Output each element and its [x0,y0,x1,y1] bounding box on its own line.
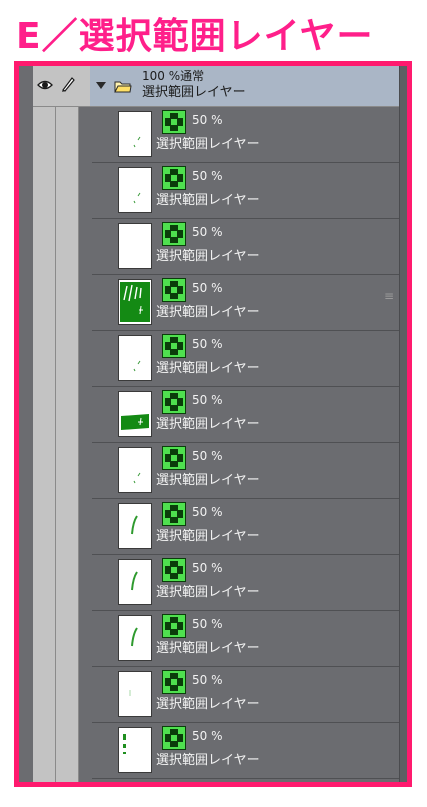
lock-column [56,66,79,782]
layer-opacity: 50 % [192,393,223,407]
layer-opacity: 50 % [192,169,223,183]
layer-name: 選択範囲レイヤー [156,753,260,768]
layer-thumbnail [118,447,152,493]
layer-name: 選択範囲レイヤー [156,529,260,544]
layer-opacity: 50 % [192,673,223,687]
pen-icon[interactable] [60,75,76,93]
selection-mask-icon [162,334,186,358]
layer-name: 選択範囲レイヤー [156,697,260,712]
layer-thumbnail [118,503,152,549]
layer-name: 選択範囲レイヤー [156,137,260,152]
layer-thumbnail [118,615,152,661]
selection-mask-icon [162,222,186,246]
selection-mask-icon [162,614,186,638]
layer-row[interactable]: 50 % 選択範囲レイヤー [92,387,399,443]
layer-thumbnail [118,391,152,437]
layer-thumbnail [118,559,152,605]
layer-opacity: 50 % [192,729,223,743]
layer-name: 選択範囲レイヤー [156,417,260,432]
page-heading: E／選択範囲レイヤー [16,16,374,57]
layer-thumbnail [118,111,152,157]
layer-thumbnail [118,671,152,717]
folder-icon [114,78,132,93]
folder-row[interactable]: 100 %通常 選択範囲レイヤー [33,66,399,107]
layer-opacity: 50 % [192,505,223,519]
layer-row[interactable]: 50 % 選択範囲レイヤー [92,163,399,219]
layer-row[interactable]: 50 % 選択範囲レイヤー [92,499,399,555]
layer-panel: 100 %通常 選択範囲レイヤー 50 % 選択範囲レイヤー 50 % 選択範囲レイヤ… [19,66,407,782]
layer-row[interactable]: 50 % 選択範囲レイヤー [92,219,399,275]
triangle-down-icon[interactable] [96,82,106,89]
layer-thumbnail [118,279,152,325]
selection-mask-icon [162,390,186,414]
selection-mask-icon [162,166,186,190]
layer-opacity: 50 % [192,617,223,631]
layer-opacity: 50 % [192,449,223,463]
layer-row[interactable]: 50 % 選択範囲レイヤー [92,107,399,163]
layer-opacity: 50 % [192,281,223,295]
layer-row[interactable]: 50 % 選択範囲レイヤー [92,555,399,611]
visibility-column [33,66,56,782]
layer-opacity: 50 % [192,113,223,127]
eye-icon[interactable] [37,77,53,93]
layer-name: 選択範囲レイヤー [156,585,260,600]
layer-row[interactable]: 50 % 選択範囲レイヤー [92,275,399,331]
layer-name: 選択範囲レイヤー [156,193,260,208]
layer-name: 選択範囲レイヤー [156,305,260,320]
layer-thumbnail [118,223,152,269]
layer-row[interactable]: 50 % 選択範囲レイヤー [92,331,399,387]
layer-opacity: 50 % [192,225,223,239]
selection-mask-icon [162,446,186,470]
layer-row[interactable]: 50 % 選択範囲レイヤー [92,443,399,499]
layer-opacity: 50 % [192,561,223,575]
layer-name: 選択範囲レイヤー [156,473,260,488]
layer-thumbnail [118,727,152,773]
folder-name: 選択範囲レイヤー [142,85,246,100]
layer-opacity: 50 % [192,337,223,351]
folder-layer-selected[interactable]: 100 %通常 選択範囲レイヤー [90,66,399,106]
panel-scroll-edge[interactable] [399,66,407,782]
selection-mask-icon [162,502,186,526]
resize-grip-icon[interactable]: ≡ [384,290,394,302]
selection-mask-icon [162,278,186,302]
layer-row[interactable]: 50 % 選択範囲レイヤー [92,611,399,667]
layer-name: 選択範囲レイヤー [156,641,260,656]
layer-name: 選択範囲レイヤー [156,361,260,376]
layer-thumbnail [118,167,152,213]
layer-row[interactable]: 50 % 選択範囲レイヤー [92,723,399,779]
folder-blend-mode: 100 %通常 [142,69,205,83]
layer-row[interactable]: 50 % 選択範囲レイヤー [92,667,399,723]
selection-mask-icon [162,558,186,582]
layer-thumbnail [118,335,152,381]
selection-mask-icon [162,726,186,750]
selection-mask-icon [162,670,186,694]
panel-left-gutter [19,66,33,782]
layer-panel-frame: 100 %通常 選択範囲レイヤー 50 % 選択範囲レイヤー 50 % 選択範囲レイヤ… [14,61,412,787]
layer-name: 選択範囲レイヤー [156,249,260,264]
selection-mask-icon [162,110,186,134]
